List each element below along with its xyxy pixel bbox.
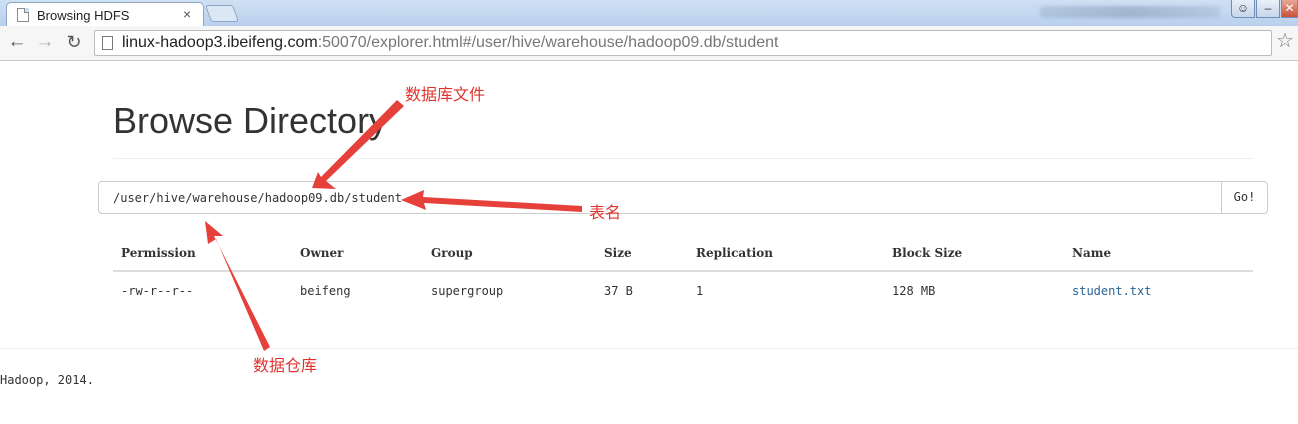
minimize-button[interactable]: – (1256, 0, 1280, 18)
cell-group: supergroup (431, 284, 504, 298)
cell-replication: 1 (696, 284, 704, 298)
table-header-divider (113, 270, 1253, 272)
window-close-button[interactable]: ✕ (1281, 0, 1298, 18)
annotation-database-file: 数据库文件 (405, 85, 486, 104)
reload-icon[interactable]: ↻ (63, 31, 85, 53)
arrow-data-warehouse (205, 221, 270, 351)
footer-text: Hadoop, 2014. (0, 373, 94, 387)
footer-divider (0, 348, 1298, 349)
browser-toolbar: ← → ↻ linux-hadoop3.ibeifeng.com:50070/e… (0, 26, 1298, 61)
go-button[interactable]: Go! (1221, 181, 1268, 214)
system-tray-blur (1040, 6, 1220, 18)
back-arrow-icon[interactable]: ← (6, 31, 28, 53)
file-link-student-txt[interactable]: student.txt (1072, 284, 1151, 298)
address-bar[interactable]: linux-hadoop3.ibeifeng.com:50070/explore… (94, 30, 1272, 56)
column-header-replication[interactable]: Replication (696, 246, 773, 260)
close-icon[interactable]: × (183, 6, 191, 22)
cell-size: 37 B (604, 284, 633, 298)
annotation-data-warehouse: 数据仓库 (253, 356, 318, 375)
column-header-group[interactable]: Group (431, 246, 473, 260)
column-header-size[interactable]: Size (604, 246, 632, 260)
cell-block-size: 128 MB (892, 284, 936, 298)
window-titlebar: Browsing HDFS × ☺ – ✕ (0, 0, 1298, 27)
cell-permission: -rw-r--r-- (121, 284, 194, 298)
tab-title: Browsing HDFS (37, 8, 130, 23)
bookmark-star-icon[interactable]: ☆ (1276, 30, 1294, 52)
tab-browsing-hdfs[interactable]: Browsing HDFS × (6, 2, 204, 27)
page-icon (102, 36, 113, 50)
page-icon (17, 8, 29, 22)
column-header-block-size[interactable]: Block Size (892, 246, 962, 260)
directory-path-input[interactable] (98, 181, 1222, 214)
url-host: linux-hadoop3.ibeifeng.com (122, 34, 318, 51)
annotation-table-name: 表名 (589, 203, 622, 222)
column-header-permission[interactable]: Permission (121, 246, 196, 260)
user-icon[interactable]: ☺ (1231, 0, 1255, 18)
url-path: :50070/explorer.html#/user/hive/warehous… (317, 34, 779, 51)
url-text[interactable]: linux-hadoop3.ibeifeng.com:50070/explore… (122, 34, 778, 52)
new-tab-button[interactable] (204, 5, 240, 22)
column-header-name[interactable]: Name (1072, 246, 1111, 260)
page-title: Browse Directory (113, 100, 388, 141)
forward-arrow-icon[interactable]: → (34, 31, 56, 53)
column-header-owner[interactable]: Owner (300, 246, 343, 260)
title-divider (113, 158, 1253, 159)
cell-owner: beifeng (300, 284, 351, 298)
